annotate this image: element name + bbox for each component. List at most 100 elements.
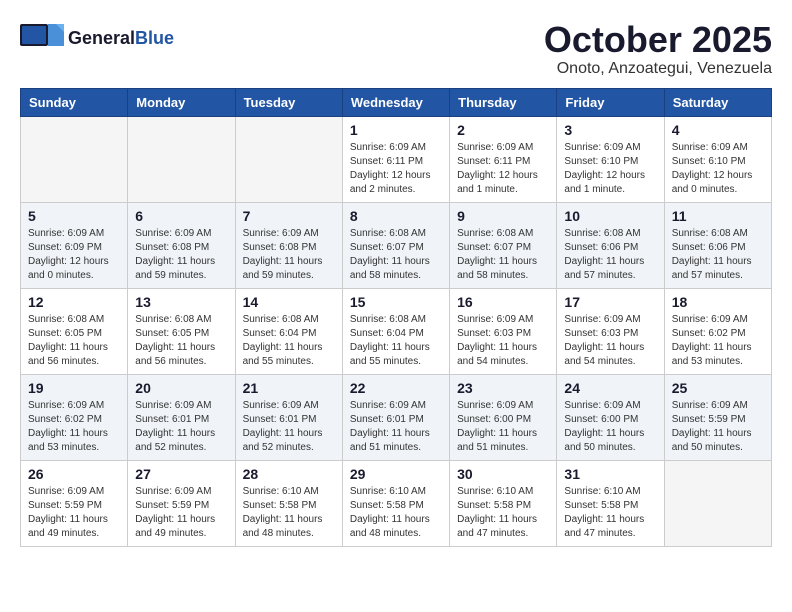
cell-text: Sunrise: 6:08 AMSunset: 6:06 PMDaylight:… xyxy=(672,227,764,283)
calendar-cell: 8 Sunrise: 6:08 AMSunset: 6:07 PMDaylight… xyxy=(342,202,449,288)
cell-text: Sunrise: 6:09 AMSunset: 6:03 PMDaylight:… xyxy=(564,313,656,369)
cell-text: Sunrise: 6:09 AMSunset: 6:02 PMDaylight:… xyxy=(28,399,120,455)
day-number: 24 xyxy=(564,380,656,396)
day-number: 8 xyxy=(350,208,442,224)
calendar-week-row: 1Sunrise: 6:09 AMSunset: 6:11 PMDaylight… xyxy=(21,116,772,202)
calendar-cell: 23Sunrise: 6:09 AMSunset: 6:00 PMDayligh… xyxy=(450,374,557,460)
day-number: 11 xyxy=(672,208,764,224)
day-number: 9 xyxy=(457,208,549,224)
calendar-cell: 28 Sunrise: 6:10 AMSunset: 5:58 PMDayligh… xyxy=(235,460,342,546)
logo: General Blue xyxy=(20,20,174,56)
calendar-day-header: Saturday xyxy=(664,88,771,116)
day-number: 7 xyxy=(243,208,335,224)
calendar-cell: 18 Sunrise: 6:09 AMSunset: 6:02 PMDayligh… xyxy=(664,288,771,374)
location: Onoto, Anzoategui, Venezuela xyxy=(544,60,772,78)
calendar-cell xyxy=(21,116,128,202)
cell-text: Sunrise: 6:08 AMSunset: 6:04 PMDaylight:… xyxy=(243,313,335,369)
cell-text: Sunrise: 6:10 AMSunset: 5:58 PMDaylight:… xyxy=(457,485,549,541)
calendar-cell: 12 Sunrise: 6:08 AMSunset: 6:05 PMDayligh… xyxy=(21,288,128,374)
calendar-cell: 11 Sunrise: 6:08 AMSunset: 6:06 PMDayligh… xyxy=(664,202,771,288)
calendar-day-header: Thursday xyxy=(450,88,557,116)
day-number: 16 xyxy=(457,294,549,310)
calendar-cell xyxy=(128,116,235,202)
day-number: 17 xyxy=(564,294,656,310)
calendar-header-row: SundayMondayTuesdayWednesdayThursdayFrid… xyxy=(21,88,772,116)
calendar-cell: 25 Sunrise: 6:09 AMSunset: 5:59 PMDayligh… xyxy=(664,374,771,460)
cell-text: Sunrise: 6:08 AMSunset: 6:07 PMDaylight:… xyxy=(350,227,442,283)
cell-text: Sunrise: 6:09 AMSunset: 6:02 PMDaylight:… xyxy=(672,313,764,369)
calendar-cell xyxy=(664,460,771,546)
cell-text: Sunrise: 6:09 AMSunset: 5:59 PMDaylight:… xyxy=(672,399,764,455)
calendar-week-row: 19 Sunrise: 6:09 AMSunset: 6:02 PMDayligh… xyxy=(21,374,772,460)
calendar-week-row: 12 Sunrise: 6:08 AMSunset: 6:05 PMDayligh… xyxy=(21,288,772,374)
calendar-cell: 31 Sunrise: 6:10 AMSunset: 5:58 PMDayligh… xyxy=(557,460,664,546)
day-number: 12 xyxy=(28,294,120,310)
day-number: 5 xyxy=(28,208,120,224)
cell-text: Sunrise: 6:09 AMSunset: 6:11 PMDaylight:… xyxy=(350,141,442,197)
calendar-cell: 20 Sunrise: 6:09 AMSunset: 6:01 PMDayligh… xyxy=(128,374,235,460)
day-number: 18 xyxy=(672,294,764,310)
day-number: 4 xyxy=(672,122,764,138)
cell-text: Sunrise: 6:08 AMSunset: 6:07 PMDaylight:… xyxy=(457,227,549,283)
day-number: 2 xyxy=(457,122,549,138)
month-title: October 2025 xyxy=(544,20,772,60)
day-number: 6 xyxy=(135,208,227,224)
day-number: 31 xyxy=(564,466,656,482)
day-number: 27 xyxy=(135,466,227,482)
calendar-day-header: Friday xyxy=(557,88,664,116)
day-number: 10 xyxy=(564,208,656,224)
cell-text: Sunrise: 6:09 AMSunset: 6:09 PMDaylight:… xyxy=(28,227,120,283)
calendar-cell: 10 Sunrise: 6:08 AMSunset: 6:06 PMDayligh… xyxy=(557,202,664,288)
cell-text: Sunrise: 6:09 AMSunset: 6:03 PMDaylight:… xyxy=(457,313,549,369)
calendar-cell: 24 Sunrise: 6:09 AMSunset: 6:00 PMDayligh… xyxy=(557,374,664,460)
day-number: 14 xyxy=(243,294,335,310)
calendar-cell: 16 Sunrise: 6:09 AMSunset: 6:03 PMDayligh… xyxy=(450,288,557,374)
calendar-cell: 13Sunrise: 6:08 AMSunset: 6:05 PMDayligh… xyxy=(128,288,235,374)
calendar-cell: 7 Sunrise: 6:09 AMSunset: 6:08 PMDaylight… xyxy=(235,202,342,288)
day-number: 21 xyxy=(243,380,335,396)
calendar-cell: 1Sunrise: 6:09 AMSunset: 6:11 PMDaylight… xyxy=(342,116,449,202)
cell-text: Sunrise: 6:09 AMSunset: 6:00 PMDaylight:… xyxy=(564,399,656,455)
day-number: 25 xyxy=(672,380,764,396)
calendar-day-header: Wednesday xyxy=(342,88,449,116)
cell-text: Sunrise: 6:08 AMSunset: 6:05 PMDaylight:… xyxy=(135,313,227,369)
calendar-week-row: 26 Sunrise: 6:09 AMSunset: 5:59 PMDayligh… xyxy=(21,460,772,546)
cell-text: Sunrise: 6:09 AMSunset: 5:59 PMDaylight:… xyxy=(135,485,227,541)
day-number: 15 xyxy=(350,294,442,310)
day-number: 3 xyxy=(564,122,656,138)
calendar-table: SundayMondayTuesdayWednesdayThursdayFrid… xyxy=(20,88,772,547)
calendar-cell: 5 Sunrise: 6:09 AMSunset: 6:09 PMDaylight… xyxy=(21,202,128,288)
cell-text: Sunrise: 6:08 AMSunset: 6:05 PMDaylight:… xyxy=(28,313,120,369)
calendar-day-header: Monday xyxy=(128,88,235,116)
day-number: 28 xyxy=(243,466,335,482)
calendar-cell: 21 Sunrise: 6:09 AMSunset: 6:01 PMDayligh… xyxy=(235,374,342,460)
calendar-cell: 15Sunrise: 6:08 AMSunset: 6:04 PMDayligh… xyxy=(342,288,449,374)
calendar-cell: 2 Sunrise: 6:09 AMSunset: 6:11 PMDaylight… xyxy=(450,116,557,202)
calendar-cell: 9 Sunrise: 6:08 AMSunset: 6:07 PMDaylight… xyxy=(450,202,557,288)
cell-text: Sunrise: 6:10 AMSunset: 5:58 PMDaylight:… xyxy=(564,485,656,541)
calendar-cell: 27 Sunrise: 6:09 AMSunset: 5:59 PMDayligh… xyxy=(128,460,235,546)
calendar-cell: 6Sunrise: 6:09 AMSunset: 6:08 PMDaylight… xyxy=(128,202,235,288)
calendar-cell: 26Sunrise: 6:09 AMSunset: 5:59 PMDayligh… xyxy=(21,460,128,546)
cell-text: Sunrise: 6:09 AMSunset: 6:11 PMDaylight:… xyxy=(457,141,549,197)
calendar-week-row: 5 Sunrise: 6:09 AMSunset: 6:09 PMDaylight… xyxy=(21,202,772,288)
day-number: 30 xyxy=(457,466,549,482)
calendar-cell: 3Sunrise: 6:09 AMSunset: 6:10 PMDaylight… xyxy=(557,116,664,202)
title-section: October 2025 Onoto, Anzoategui, Venezuel… xyxy=(544,20,772,78)
cell-text: Sunrise: 6:09 AMSunset: 6:01 PMDaylight:… xyxy=(350,399,442,455)
cell-text: Sunrise: 6:08 AMSunset: 6:06 PMDaylight:… xyxy=(564,227,656,283)
cell-text: Sunrise: 6:09 AMSunset: 6:01 PMDaylight:… xyxy=(135,399,227,455)
day-number: 20 xyxy=(135,380,227,396)
day-number: 26 xyxy=(28,466,120,482)
calendar-cell: 17 Sunrise: 6:09 AMSunset: 6:03 PMDayligh… xyxy=(557,288,664,374)
day-number: 23 xyxy=(457,380,549,396)
logo-blue-text: Blue xyxy=(135,28,174,49)
cell-text: Sunrise: 6:09 AMSunset: 6:08 PMDaylight:… xyxy=(243,227,335,283)
cell-text: Sunrise: 6:10 AMSunset: 5:58 PMDaylight:… xyxy=(243,485,335,541)
day-number: 22 xyxy=(350,380,442,396)
day-number: 19 xyxy=(28,380,120,396)
calendar-day-header: Tuesday xyxy=(235,88,342,116)
cell-text: Sunrise: 6:09 AMSunset: 6:01 PMDaylight:… xyxy=(243,399,335,455)
logo-general-text: General xyxy=(68,28,135,49)
calendar-cell: 22 Sunrise: 6:09 AMSunset: 6:01 PMDayligh… xyxy=(342,374,449,460)
